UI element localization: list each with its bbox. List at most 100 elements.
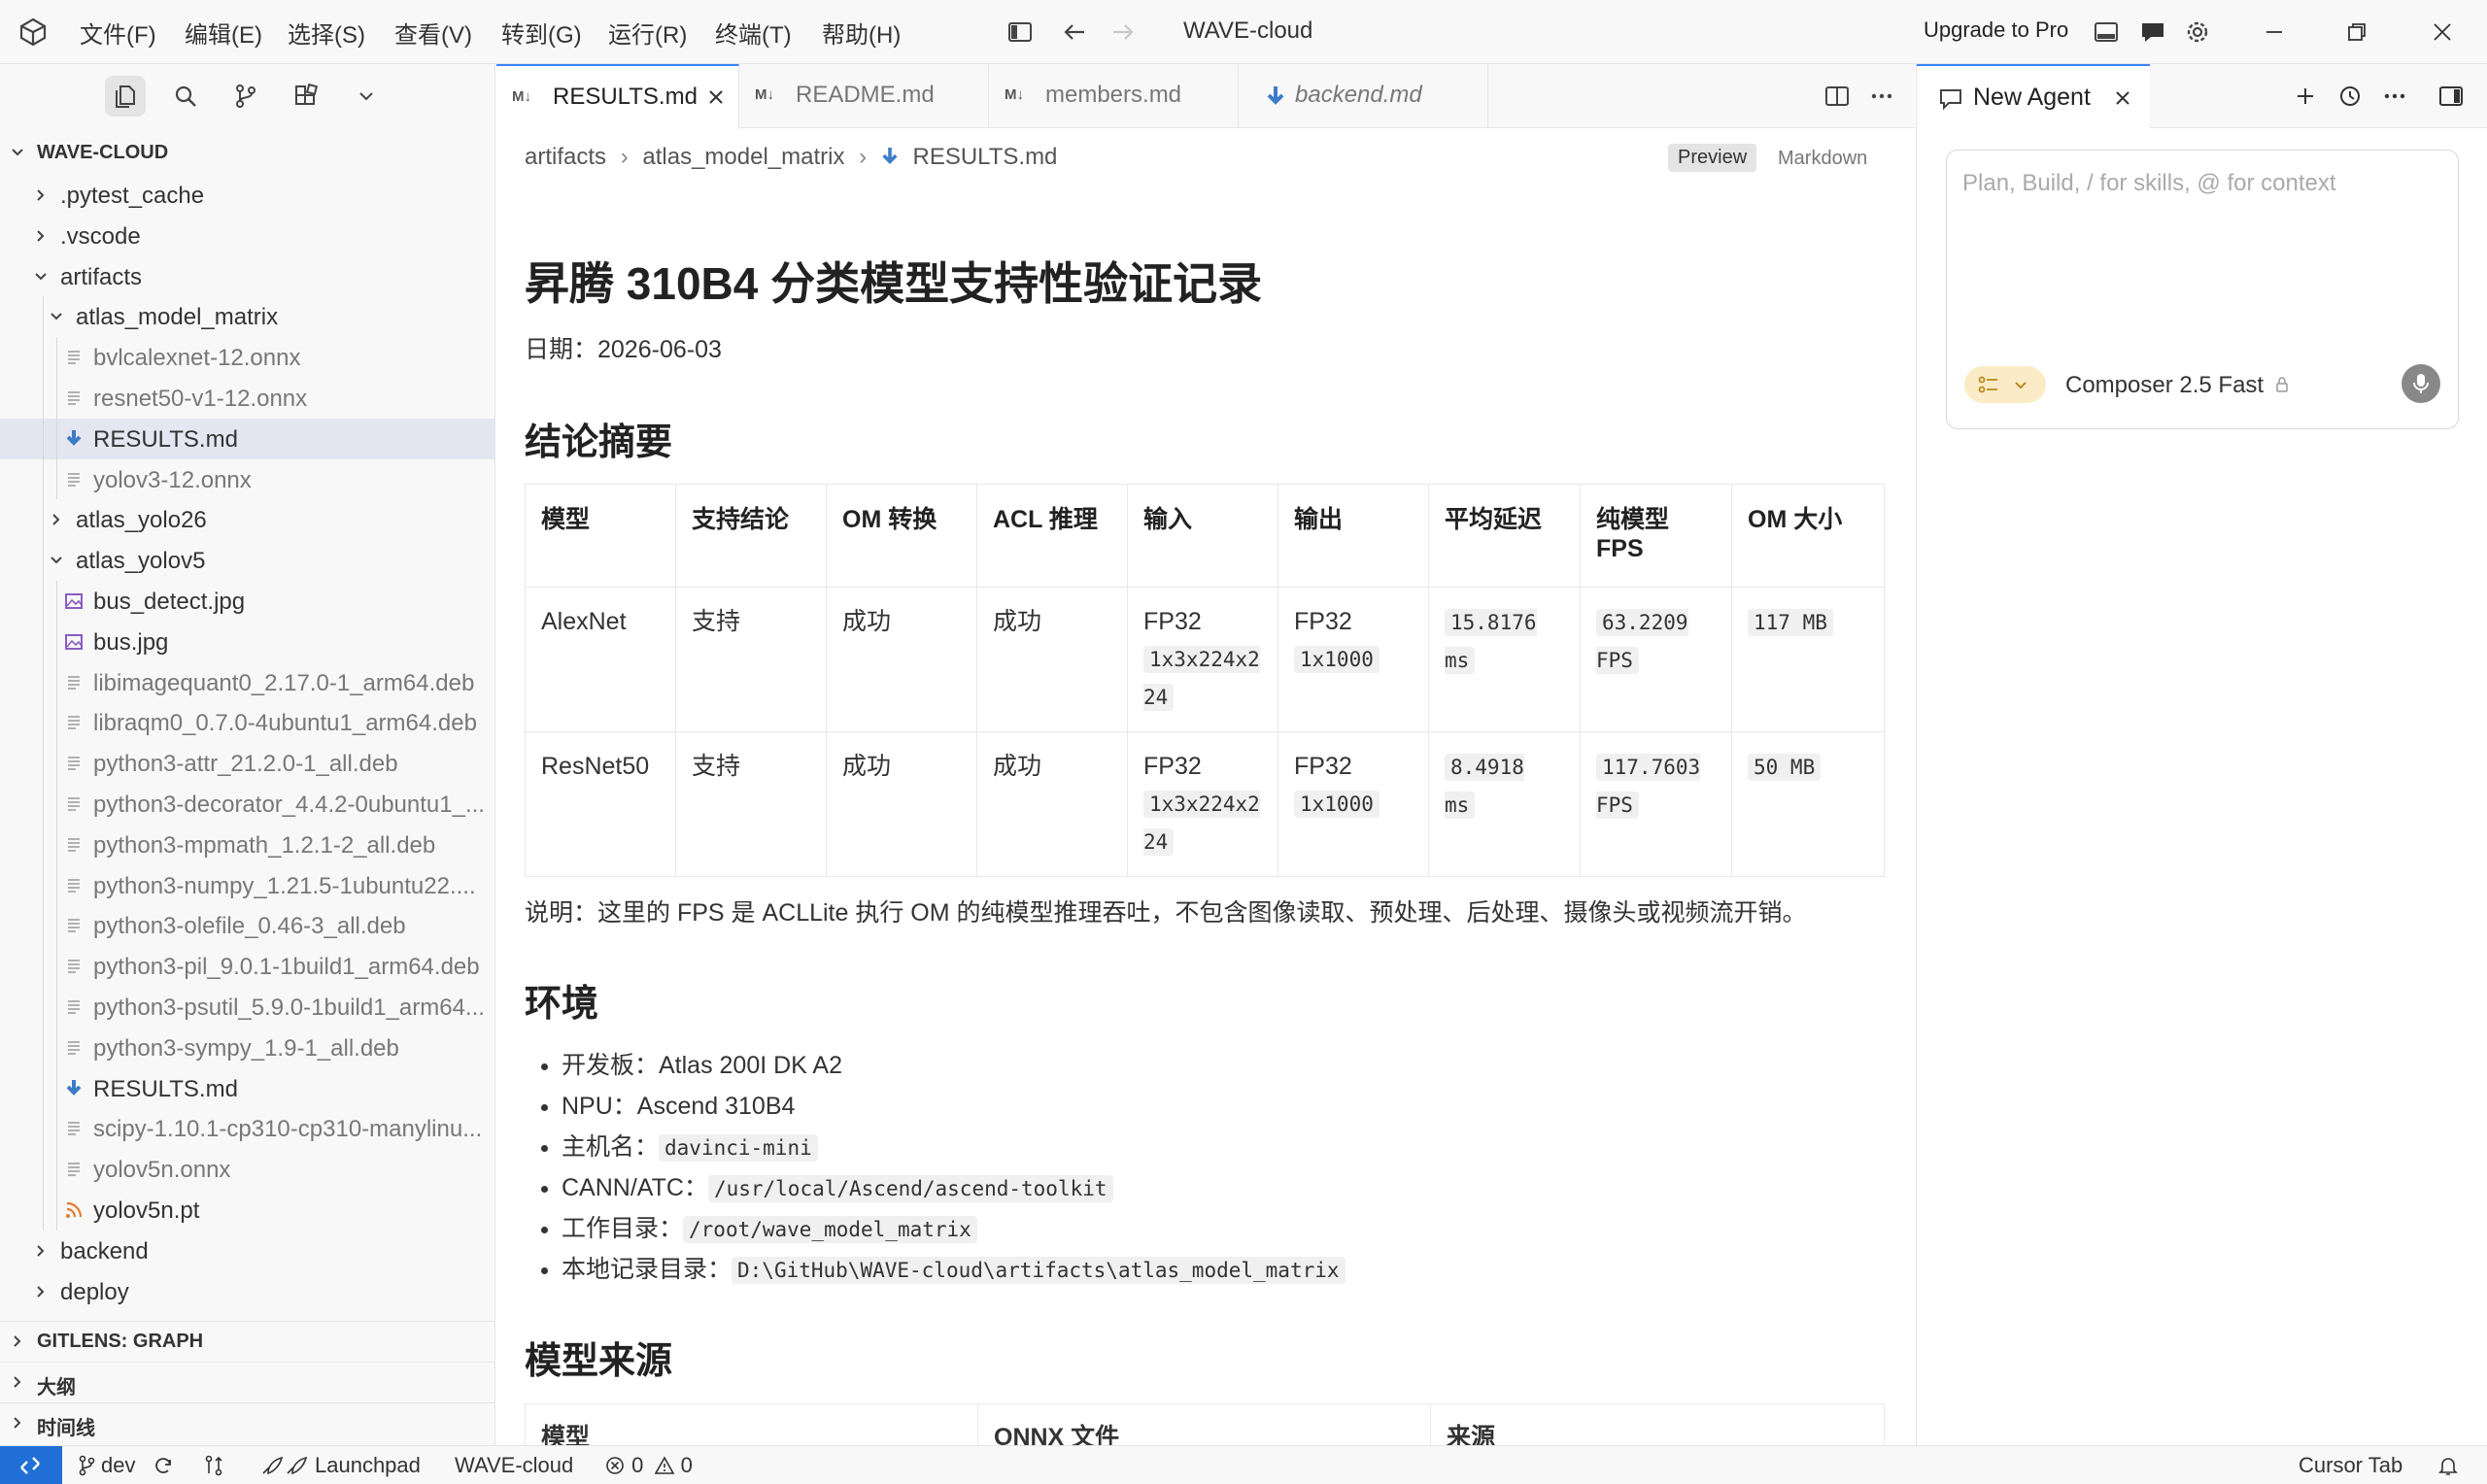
column-header: 输出: [1278, 484, 1429, 588]
markdown-toggle[interactable]: Markdown: [1778, 148, 1867, 170]
cursor-tab-status[interactable]: Cursor Tab: [2299, 1453, 2402, 1478]
file-item[interactable]: python3-decorator_4.4.2-0ubuntu1_...: [0, 784, 494, 825]
folder-item[interactable]: atlas_yolov5: [0, 540, 494, 581]
explorer-files-button[interactable]: [105, 76, 146, 117]
tab-readme-md[interactable]: M↓ README.md: [739, 64, 989, 128]
close-tab-icon[interactable]: [704, 85, 728, 109]
folder-item[interactable]: deploy: [0, 1271, 494, 1312]
back-arrow-icon[interactable]: [1059, 17, 1090, 48]
source-control-button[interactable]: [225, 76, 266, 117]
close-tab-icon[interactable]: [2111, 86, 2134, 110]
file-item[interactable]: yolov5n.pt: [0, 1190, 494, 1231]
section-gitlens-graph[interactable]: GITLENS: GRAPH: [0, 1321, 494, 1360]
voice-input-button[interactable]: [2402, 364, 2440, 403]
tab-members-md[interactable]: M↓ members.md: [989, 64, 1239, 128]
menu-help[interactable]: 帮助(H): [822, 16, 901, 50]
more-actions-icon[interactable]: [2379, 81, 2410, 112]
chevron-down-icon: [35, 272, 47, 281]
problems-indicator[interactable]: 0 0: [604, 1453, 693, 1478]
file-item[interactable]: yolov5n.onnx: [0, 1149, 494, 1190]
menu-file[interactable]: 文件(F): [80, 16, 156, 50]
file-item[interactable]: resnet50-v1-12.onnx: [0, 378, 494, 419]
upgrade-to-pro-button[interactable]: Upgrade to Pro: [1924, 17, 2068, 43]
menu-view[interactable]: 查看(V): [394, 16, 472, 50]
file-item[interactable]: python3-sympy_1.9-1_all.deb: [0, 1028, 494, 1068]
add-icon[interactable]: [2290, 81, 2321, 112]
launchpad-button[interactable]: Launchpad: [260, 1453, 421, 1478]
tab-new-agent[interactable]: New Agent: [1917, 64, 2150, 129]
breadcrumb-artifacts[interactable]: artifacts: [525, 144, 606, 170]
folder-item[interactable]: .pytest_cache: [0, 175, 494, 216]
menu-terminal[interactable]: 终端(T): [715, 16, 792, 50]
cell-om: 成功: [826, 587, 977, 732]
tree-item-label: bvlcalexnet-12.onnx: [93, 345, 301, 372]
toggle-secondary-sidebar-icon[interactable]: [2436, 81, 2467, 112]
settings-gear-icon[interactable]: [2182, 17, 2213, 48]
agent-mode-dropdown[interactable]: [1964, 366, 2046, 403]
forward-arrow-icon[interactable]: [1107, 17, 1139, 48]
menu-run[interactable]: 运行(R): [608, 16, 687, 50]
section-outline[interactable]: 大纲: [0, 1362, 494, 1400]
file-item[interactable]: libraqm0_0.7.0-4ubuntu1_arm64.deb: [0, 702, 494, 743]
list-item: 工作目录：/root/wave_model_matrix: [562, 1208, 1346, 1249]
breadcrumb-results-md[interactable]: RESULTS.md: [912, 144, 1057, 170]
tree-item-label: backend: [60, 1237, 149, 1265]
remote-indicator[interactable]: [0, 1446, 62, 1484]
extensions-button[interactable]: [286, 76, 326, 117]
branch-indicator[interactable]: dev: [78, 1453, 135, 1478]
tab-results-md[interactable]: M↓ RESULTS.md: [496, 64, 739, 129]
folder-item[interactable]: atlas_yolo26: [0, 499, 494, 540]
toggle-sidebar-icon[interactable]: [1005, 17, 1036, 48]
file-item[interactable]: python3-numpy_1.21.5-1ubuntu22....: [0, 865, 494, 906]
folder-item[interactable]: atlas_model_matrix: [0, 296, 494, 337]
folder-item[interactable]: .vscode: [0, 216, 494, 256]
file-item[interactable]: python3-psutil_5.9.0-1build1_arm64...: [0, 987, 494, 1028]
file-item[interactable]: scipy-1.10.1-cp310-cp310-manylinu...: [0, 1108, 494, 1149]
notification-bell-icon[interactable]: [2436, 1454, 2460, 1477]
search-button[interactable]: [165, 76, 206, 117]
section-timeline[interactable]: 时间线: [0, 1402, 494, 1441]
file-item[interactable]: libimagequant0_2.17.0-1_arm64.deb: [0, 662, 494, 703]
file-item[interactable]: bus.jpg: [0, 622, 494, 662]
branch-name: dev: [101, 1453, 136, 1477]
toggle-panel-icon[interactable]: [2091, 17, 2122, 48]
file-item[interactable]: python3-olefile_0.46-3_all.deb: [0, 905, 494, 946]
file-item[interactable]: python3-attr_21.2.0-1_all.deb: [0, 743, 494, 784]
file-item[interactable]: yolov3-12.onnx: [0, 459, 494, 500]
file-item[interactable]: bus_detect.jpg: [0, 581, 494, 622]
chevron-down-icon: [2015, 382, 2027, 389]
menu-edit[interactable]: 编辑(E): [185, 16, 262, 50]
folder-item[interactable]: backend: [0, 1231, 494, 1271]
tab-backend-md[interactable]: backend.md: [1239, 64, 1488, 128]
folder-item[interactable]: artifacts: [0, 256, 494, 297]
preview-toggle[interactable]: Preview: [1668, 144, 1757, 172]
file-item[interactable]: RESULTS.md: [0, 1068, 494, 1109]
more-views-button[interactable]: [346, 76, 387, 117]
close-window-icon[interactable]: [2427, 17, 2458, 48]
editor-tab-bar: M↓ RESULTS.md M↓ README.md M↓ members.md…: [496, 64, 1915, 129]
model-label: Composer 2.5 Fast: [2065, 372, 2265, 398]
workspace-root-header[interactable]: WAVE-CLOUD: [0, 134, 494, 169]
more-actions-icon[interactable]: [1866, 81, 1897, 112]
restore-icon[interactable]: [2341, 17, 2372, 48]
chevron-right-icon: [14, 1417, 21, 1429]
breadcrumb-atlas-model-matrix[interactable]: atlas_model_matrix: [642, 144, 844, 170]
file-item[interactable]: python3-pil_9.0.1-1build1_arm64.deb: [0, 946, 494, 987]
agent-prompt-input[interactable]: [1962, 170, 2438, 197]
git-compare-icon[interactable]: [202, 1454, 225, 1477]
chat-icon[interactable]: [2137, 17, 2168, 48]
history-clock-icon[interactable]: [2334, 81, 2366, 112]
chevron-right-icon: [14, 1376, 21, 1388]
file-item[interactable]: python3-mpmath_1.2.1-2_all.deb: [0, 825, 494, 865]
image-file-icon: [65, 633, 83, 650]
model-selector[interactable]: Composer 2.5 Fast: [2065, 372, 2290, 399]
menu-selection[interactable]: 选择(S): [288, 16, 365, 50]
workspace-name[interactable]: WAVE-cloud: [455, 1453, 573, 1478]
file-item[interactable]: RESULTS.md: [0, 418, 494, 459]
split-editor-icon[interactable]: [1822, 81, 1853, 112]
minimize-icon[interactable]: [2259, 17, 2290, 48]
sync-icon[interactable]: [152, 1454, 175, 1477]
indent-guide: [56, 581, 57, 1231]
menu-go[interactable]: 转到(G): [501, 16, 582, 50]
file-item[interactable]: bvlcalexnet-12.onnx: [0, 337, 494, 378]
